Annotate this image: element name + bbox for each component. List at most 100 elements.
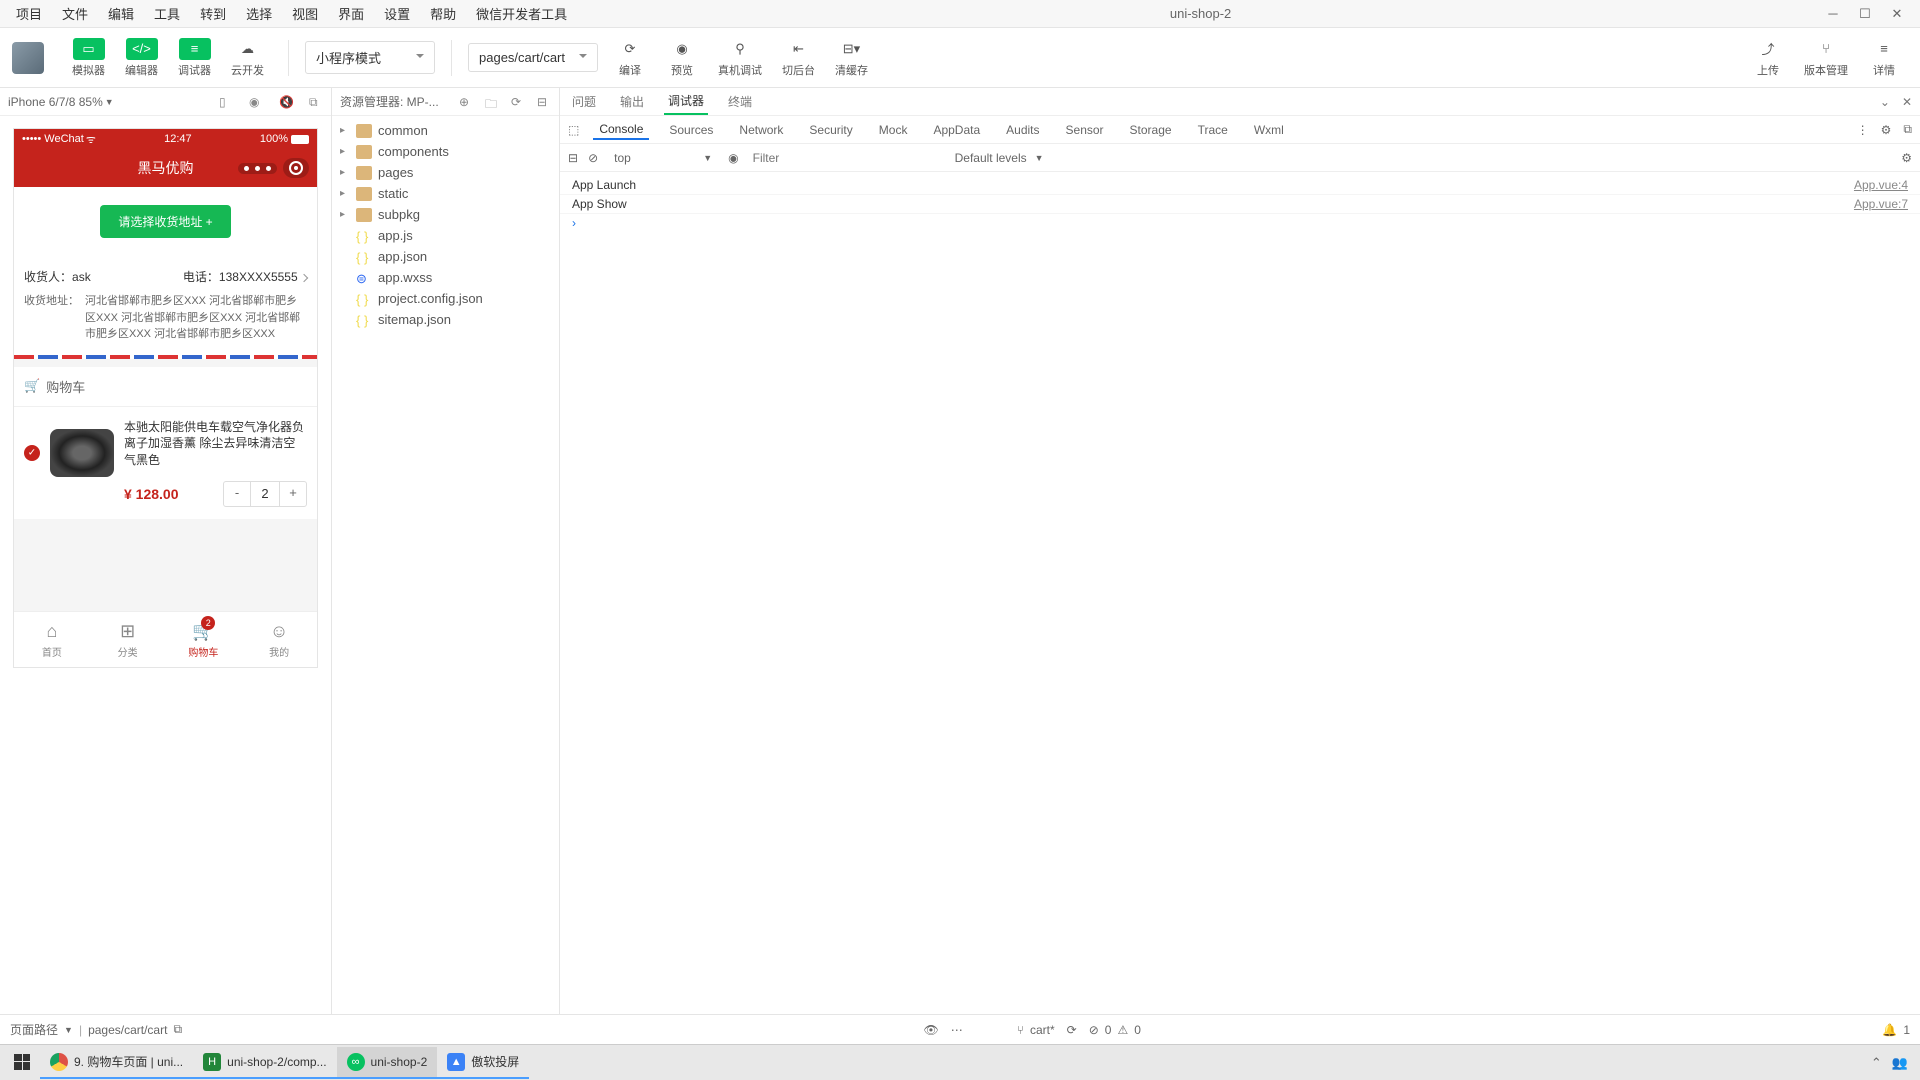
capsule-close[interactable] xyxy=(283,158,309,178)
subtab-sources[interactable]: Sources xyxy=(663,121,719,139)
taskbar-item-apowersoft[interactable]: ▲ 傲软投屏 xyxy=(437,1047,529,1079)
status-notifications[interactable]: 🔔1 xyxy=(1882,1023,1910,1037)
mode-dropdown[interactable]: 小程序模式 xyxy=(305,41,435,74)
menu-settings[interactable]: 设置 xyxy=(376,2,418,25)
tree-folder-subpkg[interactable]: ▸subpkg xyxy=(332,204,559,225)
copy-icon[interactable]: ⧉ xyxy=(173,1022,182,1037)
tray-up-icon[interactable]: ⌃ xyxy=(1871,1055,1882,1071)
settings-icon[interactable]: ⚙ xyxy=(1901,151,1912,165)
tab-my[interactable]: ☺ 我的 xyxy=(241,612,317,667)
taskbar-item-wechat-devtools[interactable]: ∞ uni-shop-2 xyxy=(337,1047,438,1079)
menu-tools[interactable]: 工具 xyxy=(146,2,188,25)
tab-debugger[interactable]: 调试器 xyxy=(664,88,708,115)
choose-address-button[interactable]: 请选择收货地址 + xyxy=(100,205,230,238)
tree-file-app-json[interactable]: { }app.json xyxy=(332,246,559,267)
clear-console-icon[interactable]: ⊘ xyxy=(588,151,598,165)
tree-folder-components[interactable]: ▸components xyxy=(332,141,559,162)
status-page-path[interactable]: 页面路径▼ | pages/cart/cart ⧉ xyxy=(10,1021,182,1038)
subtab-mock[interactable]: Mock xyxy=(873,121,914,139)
context-dropdown[interactable]: top▼ xyxy=(608,149,718,167)
background-button[interactable]: ⇤ 切后台 xyxy=(774,34,823,82)
taskbar-item-hbuilder[interactable]: H uni-shop-2/comp... xyxy=(193,1047,336,1079)
dock-icon[interactable]: ⧉ xyxy=(1903,122,1912,137)
close-button[interactable]: ✕ xyxy=(1890,7,1904,21)
compile-button[interactable]: ⟳ 编译 xyxy=(606,34,654,82)
qty-plus-button[interactable]: + xyxy=(280,482,306,506)
tab-output[interactable]: 输出 xyxy=(616,89,648,114)
subtab-security[interactable]: Security xyxy=(803,121,858,139)
minimize-button[interactable]: ─ xyxy=(1826,7,1840,21)
refresh-icon[interactable]: ⟳ xyxy=(511,95,525,109)
close-icon[interactable]: ✕ xyxy=(1902,95,1912,109)
tree-file-sitemap[interactable]: { }sitemap.json xyxy=(332,309,559,330)
simulator-toggle[interactable]: ▭ 模拟器 xyxy=(64,34,113,82)
subtab-wxml[interactable]: Wxml xyxy=(1248,121,1290,139)
status-file[interactable]: ⑂ cart* xyxy=(1017,1023,1055,1037)
more-icon[interactable]: ⋮ xyxy=(1857,123,1869,137)
collapse-icon[interactable]: ⊟ xyxy=(537,95,551,109)
subtab-sensor[interactable]: Sensor xyxy=(1060,121,1110,139)
tray-people-icon[interactable]: 👥 xyxy=(1892,1055,1908,1071)
preview-button[interactable]: ◉ 预览 xyxy=(658,34,706,82)
real-device-button[interactable]: ⚲ 真机调试 xyxy=(710,34,770,82)
menu-select[interactable]: 选择 xyxy=(238,2,280,25)
page-dropdown[interactable]: pages/cart/cart xyxy=(468,43,598,72)
subtab-trace[interactable]: Trace xyxy=(1192,121,1234,139)
status-eye[interactable]: 👁 xyxy=(924,1023,939,1037)
qty-minus-button[interactable]: - xyxy=(224,482,250,506)
device-selector[interactable]: iPhone 6/7/8 85% ▼ xyxy=(8,95,114,109)
menu-goto[interactable]: 转到 xyxy=(192,2,234,25)
tab-category[interactable]: ⊞ 分类 xyxy=(90,612,166,667)
console-prompt[interactable]: › xyxy=(560,214,1920,232)
maximize-button[interactable]: ☐ xyxy=(1858,7,1872,21)
levels-dropdown[interactable]: Default levels▼ xyxy=(949,149,1050,167)
mute-icon[interactable]: 🔇 xyxy=(279,95,293,109)
editor-toggle[interactable]: </> 编辑器 xyxy=(117,34,166,82)
debugger-toggle[interactable]: ≡ 调试器 xyxy=(170,34,219,82)
cart-item-image[interactable] xyxy=(50,429,114,477)
tree-file-app-wxss[interactable]: ⊜app.wxss xyxy=(332,267,559,288)
menu-wechat-devtools[interactable]: 微信开发者工具 xyxy=(468,2,575,25)
new-folder-icon[interactable]: 🗀 xyxy=(485,95,499,109)
popout-icon[interactable]: ⧉ xyxy=(309,95,323,109)
phone-content[interactable]: 请选择收货地址 + 收货人：ask 电话：138XXXX5555 收货地址： 河… xyxy=(14,187,317,611)
tab-cart[interactable]: 🛒 2 购物车 xyxy=(166,612,242,667)
taskbar-item-chrome[interactable]: 9. 购物车页面 | uni... xyxy=(40,1047,193,1079)
menu-view[interactable]: 视图 xyxy=(284,2,326,25)
menu-ui[interactable]: 界面 xyxy=(330,2,372,25)
avatar[interactable] xyxy=(12,42,44,74)
address-box[interactable]: 收货人：ask 电话：138XXXX5555 收货地址： 河北省邯郸市肥乡区XX… xyxy=(14,256,317,355)
details-button[interactable]: ≡ 详情 xyxy=(1860,34,1908,82)
subtab-appdata[interactable]: AppData xyxy=(927,121,986,139)
chevron-down-icon[interactable]: ⌄ xyxy=(1880,95,1890,109)
tab-terminal[interactable]: 终端 xyxy=(724,89,756,114)
subtab-storage[interactable]: Storage xyxy=(1124,121,1178,139)
tree-folder-static[interactable]: ▸static xyxy=(332,183,559,204)
status-sync[interactable]: ⟳ xyxy=(1067,1023,1077,1037)
clear-cache-button[interactable]: ⊟▾ 清缓存 xyxy=(827,34,876,82)
menu-help[interactable]: 帮助 xyxy=(422,2,464,25)
filter-input[interactable] xyxy=(749,149,939,167)
menu-file[interactable]: 文件 xyxy=(54,2,96,25)
new-file-icon[interactable]: ⊕ xyxy=(459,95,473,109)
status-errors[interactable]: ⊘0 ⚠0 xyxy=(1089,1023,1141,1037)
subtab-console[interactable]: Console xyxy=(593,120,649,140)
capsule-menu[interactable] xyxy=(238,163,277,174)
upload-button[interactable]: ⤴ 上传 xyxy=(1744,34,1792,82)
status-more[interactable]: ⋯ xyxy=(951,1023,963,1037)
menu-project[interactable]: 项目 xyxy=(8,2,50,25)
tree-file-project-config[interactable]: { }project.config.json xyxy=(332,288,559,309)
rotate-icon[interactable]: ▯ xyxy=(219,95,233,109)
tree-file-app-js[interactable]: { }app.js xyxy=(332,225,559,246)
subtab-network[interactable]: Network xyxy=(733,121,789,139)
sidebar-toggle-icon[interactable]: ⊟ xyxy=(568,151,578,165)
cart-item-radio[interactable] xyxy=(24,445,40,461)
start-button[interactable] xyxy=(4,1047,40,1079)
record-icon[interactable]: ◉ xyxy=(249,95,263,109)
tree-folder-pages[interactable]: ▸pages xyxy=(332,162,559,183)
version-button[interactable]: ⑂ 版本管理 xyxy=(1796,34,1856,82)
menu-edit[interactable]: 编辑 xyxy=(100,2,142,25)
tab-problems[interactable]: 问题 xyxy=(568,89,600,114)
tree-folder-common[interactable]: ▸common xyxy=(332,120,559,141)
console-source-link[interactable]: App.vue:4 xyxy=(1854,178,1908,192)
